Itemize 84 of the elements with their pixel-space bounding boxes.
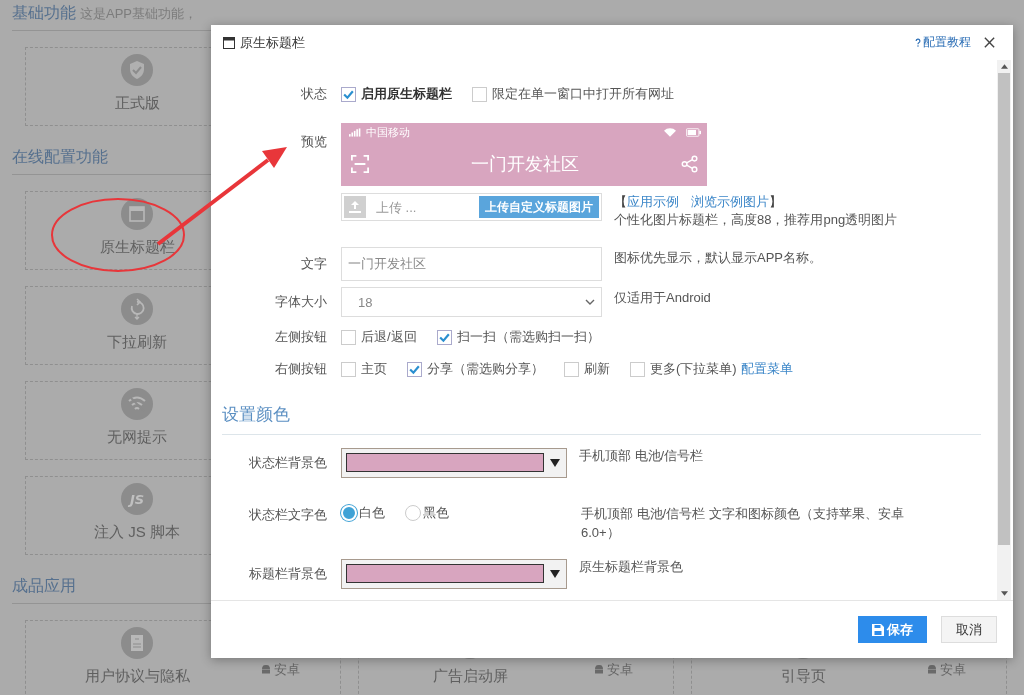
checkbox-label: 分享（需选购分享）	[427, 360, 544, 378]
caret-down-icon	[550, 569, 560, 578]
titlebar-icon	[121, 198, 153, 230]
radio-label: 黑色	[423, 504, 449, 522]
cancel-button[interactable]: 取消	[941, 616, 997, 643]
checkbox-label: 限定在单一窗口中打开所有网址	[492, 85, 674, 103]
section-heading: 设置颜色	[222, 405, 290, 424]
upload-icon	[344, 196, 366, 218]
section-heading: 成品应用	[12, 576, 76, 596]
scrollbar[interactable]	[997, 60, 1011, 600]
hint-text: 图标优先显示，默认显示APP名称。	[614, 249, 822, 267]
wifi-off-icon	[121, 388, 153, 420]
caret-down-icon	[550, 458, 560, 467]
preview-title: 一门开发社区	[470, 152, 580, 176]
upload-button[interactable]: 上传自定义标题图片	[479, 196, 599, 218]
color-picker[interactable]	[341, 447, 567, 478]
checkbox-label: 主页	[361, 360, 387, 378]
scroll-down-icon[interactable]	[1000, 591, 1008, 596]
checkbox[interactable]	[564, 361, 579, 377]
section-heading: 基础功能	[12, 3, 76, 23]
carrier-name: 中国移动	[366, 124, 410, 140]
section-heading: 在线配置功能	[12, 147, 108, 167]
checkbox-label: 更多(下拉菜单)	[650, 360, 737, 378]
card-label: 引导页	[780, 667, 826, 686]
field-label: 状态栏文字色	[248, 506, 328, 524]
scroll-up-icon[interactable]	[1000, 64, 1008, 69]
hint-text: 个性化图片标题栏，高度88，推荐用png透明图片	[614, 211, 898, 229]
refresh-icon	[121, 293, 153, 325]
platform-label: 安卓	[940, 661, 966, 679]
example-link[interactable]: 浏览示例图片	[691, 193, 769, 211]
card-label: 无网提示	[107, 428, 167, 447]
chevron-down-icon	[585, 299, 595, 305]
text-input[interactable]: 一门开发社区	[341, 247, 602, 281]
checkbox[interactable]	[341, 329, 356, 345]
checkbox-label: 后退/返回	[361, 328, 417, 346]
platform-label: 安卓	[274, 661, 300, 679]
field-label: 文字	[300, 255, 328, 273]
hint-text: 手机顶部 电池/信号栏 文字和图标颜色（支持苹果、安卓6.0+）	[581, 505, 905, 542]
card-label: 用户协议与隐私	[84, 667, 190, 686]
bracket: 【	[614, 193, 627, 211]
battery-icon	[686, 127, 701, 137]
card-label: 注入 JS 脚本	[94, 523, 180, 542]
platform-label: 安卓	[607, 661, 633, 679]
card-label: 原生标题栏	[99, 238, 175, 257]
hint-text: 手机顶部 电池/信号栏	[579, 447, 704, 465]
checkbox[interactable]	[341, 361, 356, 377]
checkbox[interactable]	[630, 361, 645, 377]
bracket: 】	[769, 193, 782, 211]
field-label: 左侧按钮	[274, 328, 328, 346]
field-label: 状态	[300, 85, 328, 103]
card-label: 下拉刷新	[107, 333, 167, 352]
field-label: 字体大小	[274, 293, 328, 311]
question-icon	[915, 38, 921, 47]
checkbox-label: 刷新	[584, 360, 610, 378]
hint-text: 原生标题栏背景色	[579, 558, 683, 576]
color-picker[interactable]	[341, 558, 567, 589]
field-label: 预览	[300, 133, 328, 151]
floppy-icon	[872, 623, 884, 636]
checkbox[interactable]	[341, 86, 356, 102]
card-label: 正式版	[114, 94, 160, 113]
save-button[interactable]: 保存	[858, 616, 927, 643]
checkbox[interactable]	[436, 329, 452, 345]
font-size-select[interactable]: 18	[341, 287, 602, 317]
shield-icon	[121, 54, 153, 86]
help-link[interactable]: 配置教程	[915, 34, 971, 51]
card-label: 广告启动屏	[432, 667, 508, 686]
signal-icon	[349, 127, 362, 137]
checkbox-label: 启用原生标题栏	[361, 85, 452, 103]
scan-icon	[351, 154, 369, 173]
window-icon	[223, 36, 235, 49]
checkbox[interactable]	[472, 86, 487, 102]
radio-button[interactable]	[405, 505, 421, 521]
config-menu-link[interactable]: 配置菜单	[740, 360, 793, 378]
close-icon[interactable]	[983, 36, 996, 49]
example-link[interactable]: 应用示例	[627, 193, 679, 211]
radio-label: 白色	[359, 504, 385, 522]
wifi-icon	[664, 127, 676, 137]
checkbox-label: 扫一扫（需选购扫一扫）	[456, 328, 600, 346]
document-icon	[121, 627, 153, 659]
checkbox[interactable]	[407, 361, 422, 377]
hint-text: 仅适用于Android	[614, 289, 711, 307]
upload-field[interactable]: 上传 ... 上传自定义标题图片	[341, 193, 602, 221]
field-label: 标题栏背景色	[248, 564, 328, 583]
share-icon	[681, 154, 699, 173]
